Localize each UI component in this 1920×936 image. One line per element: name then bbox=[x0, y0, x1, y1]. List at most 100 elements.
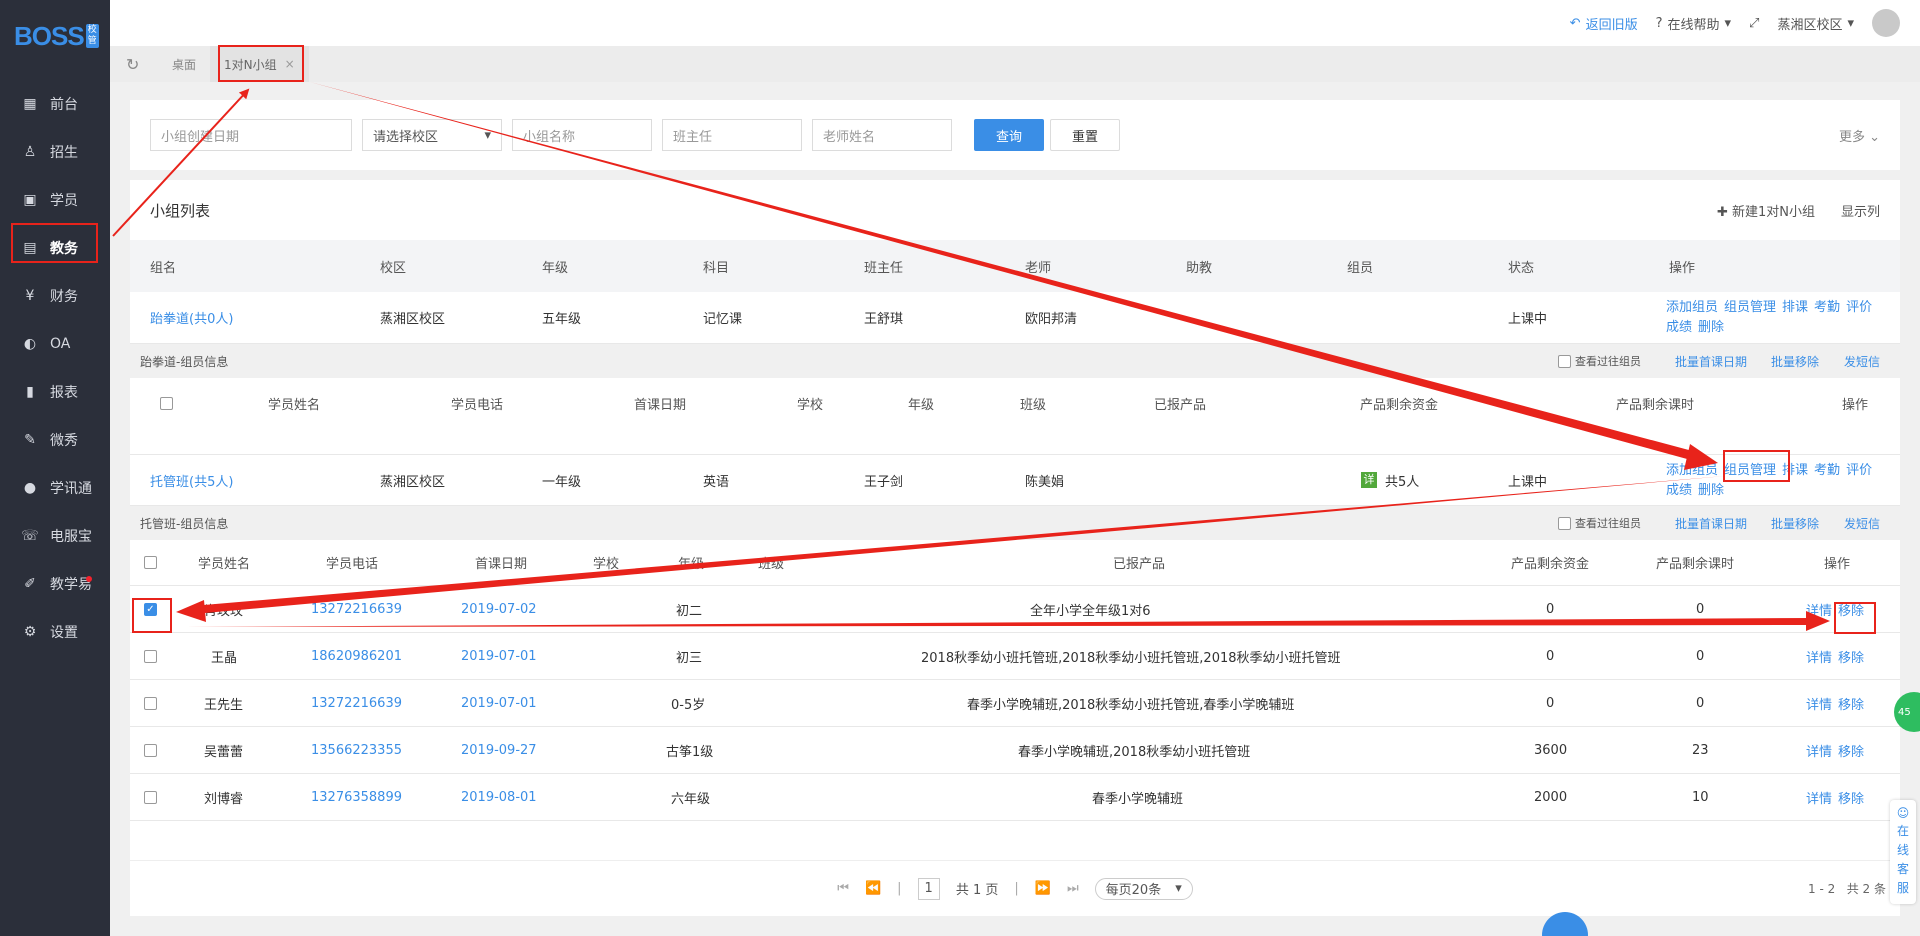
group-campus: 蒸湘区校区 bbox=[380, 474, 446, 490]
sidebar-item-dianfubao[interactable]: ☏ 电服宝 bbox=[0, 512, 110, 560]
show-columns-button[interactable]: 显示列 bbox=[1841, 201, 1880, 220]
col-header: 年级 bbox=[908, 397, 935, 413]
sidebar-item-enroll[interactable]: ♙ 招生 bbox=[0, 128, 110, 176]
reset-button[interactable]: 重置 bbox=[1050, 119, 1120, 151]
member-first-date-link[interactable]: 2019-07-01 bbox=[461, 649, 537, 664]
score-link[interactable]: 成绩 bbox=[1666, 483, 1692, 498]
logo[interactable]: BOSS 校管 bbox=[0, 0, 110, 72]
back-old-version-link[interactable]: ↶ 返回旧版 bbox=[1570, 14, 1638, 33]
score-link[interactable]: 成绩 bbox=[1666, 320, 1692, 335]
evaluate-link[interactable]: 评价 bbox=[1846, 463, 1872, 478]
row-checkbox[interactable] bbox=[144, 790, 157, 804]
panel-actions: ✚ 新建1对N小组 显示列 bbox=[1717, 201, 1880, 220]
row-checkbox[interactable] bbox=[144, 743, 157, 757]
online-service-button[interactable]: ☺ 在 线 客 服 bbox=[1890, 800, 1916, 904]
attendance-link[interactable]: 考勤 bbox=[1814, 463, 1840, 478]
table-row: 吴蕾蕾 13566223355 2019-09-27 古筝1级 春季小学晚辅班,… bbox=[130, 727, 1900, 774]
remove-link[interactable]: 移除 bbox=[1838, 698, 1864, 713]
toggle-icon: ◐ bbox=[23, 336, 37, 352]
member-phone-link[interactable]: 13272216639 bbox=[311, 696, 402, 711]
detail-link[interactable]: 详情 bbox=[1806, 745, 1832, 760]
show-past-members[interactable]: 查看过往组员 bbox=[1558, 353, 1641, 369]
col-header: 首课日期 bbox=[475, 557, 528, 572]
detail-badge[interactable]: 详 bbox=[1361, 472, 1377, 488]
remove-link[interactable]: 移除 bbox=[1838, 745, 1864, 760]
show-past-checkbox[interactable] bbox=[1558, 516, 1571, 530]
batch-first-date-link[interactable]: 批量首课日期 bbox=[1675, 515, 1747, 532]
member-phone-link[interactable]: 13272216639 bbox=[311, 602, 402, 617]
send-sms-link[interactable]: 发短信 bbox=[1844, 515, 1880, 532]
create-date-input[interactable]: 小组创建日期 bbox=[150, 119, 352, 151]
avatar[interactable] bbox=[1872, 9, 1900, 37]
sidebar-item-reports[interactable]: ▮ 报表 bbox=[0, 368, 110, 416]
headteacher-input[interactable]: 班主任 bbox=[662, 119, 802, 151]
query-button[interactable]: 查询 bbox=[974, 119, 1044, 151]
sidebar-item-jiaoxueyi[interactable]: ✐ 教学易 bbox=[0, 560, 110, 608]
member-grade: 0-5岁 bbox=[671, 697, 706, 713]
campus-menu[interactable]: 蒸湘区校区 ▾ bbox=[1777, 14, 1854, 33]
teacher-name-input[interactable]: 老师姓名 bbox=[812, 119, 952, 151]
select-all-checkbox[interactable] bbox=[144, 556, 157, 569]
online-help-menu[interactable]: ? 在线帮助 ▾ bbox=[1656, 14, 1731, 33]
remove-link[interactable]: 移除 bbox=[1838, 792, 1864, 807]
member-manage-link[interactable]: 组员管理 bbox=[1724, 300, 1776, 315]
send-sms-link[interactable]: 发短信 bbox=[1844, 353, 1880, 370]
caret-down-icon: ▾ bbox=[1175, 881, 1182, 896]
sidebar-item-finance[interactable]: ¥ 财务 bbox=[0, 272, 110, 320]
sidebar-item-microshow[interactable]: ✎ 微秀 bbox=[0, 416, 110, 464]
group-name-link[interactable]: 托管班(共5人) bbox=[150, 471, 233, 490]
group-name-link[interactable]: 跆拳道(共0人) bbox=[150, 308, 233, 327]
refresh-icon[interactable]: ↻ bbox=[126, 55, 150, 74]
batch-remove-link[interactable]: 批量移除 bbox=[1771, 515, 1819, 532]
campus-select[interactable]: 请选择校区 ▾ bbox=[362, 119, 502, 151]
page-number-input[interactable]: 1 bbox=[917, 877, 940, 900]
attendance-link[interactable]: 考勤 bbox=[1814, 300, 1840, 315]
next-page-icon[interactable]: ⏩ bbox=[1035, 881, 1051, 896]
sidebar-item-settings[interactable]: ⚙ 设置 bbox=[0, 608, 110, 656]
detail-link[interactable]: 详情 bbox=[1806, 651, 1832, 666]
row-checkbox[interactable] bbox=[144, 696, 157, 710]
batch-first-date-link[interactable]: 批量首课日期 bbox=[1675, 353, 1747, 370]
add-member-link[interactable]: 添加组员 bbox=[1666, 463, 1718, 478]
member-phone-link[interactable]: 13276358899 bbox=[311, 790, 402, 805]
detail-link[interactable]: 详情 bbox=[1806, 698, 1832, 713]
member-first-date-link[interactable]: 2019-09-27 bbox=[461, 743, 537, 758]
back-label: 返回旧版 bbox=[1585, 17, 1638, 33]
member-phone-link[interactable]: 18620986201 bbox=[311, 649, 402, 664]
more-filters-toggle[interactable]: 更多 ⌄ bbox=[1839, 126, 1880, 145]
schedule-link[interactable]: 排课 bbox=[1782, 300, 1808, 315]
batch-remove-link[interactable]: 批量移除 bbox=[1771, 353, 1819, 370]
add-member-link[interactable]: 添加组员 bbox=[1666, 300, 1718, 315]
member-phone-link[interactable]: 13566223355 bbox=[311, 743, 402, 758]
detail-link[interactable]: 详情 bbox=[1806, 604, 1832, 619]
group-members[interactable]: 详共5人 bbox=[1361, 471, 1419, 490]
row-checkbox[interactable] bbox=[144, 649, 157, 663]
page-size-select[interactable]: 每页20条 ▾ bbox=[1094, 877, 1193, 900]
delete-link[interactable]: 删除 bbox=[1698, 320, 1724, 335]
col-header: 班级 bbox=[1020, 397, 1047, 413]
show-past-checkbox[interactable] bbox=[1558, 354, 1571, 368]
sidebar-item-frontdesk[interactable]: ▦ 前台 bbox=[0, 80, 110, 128]
new-group-button[interactable]: ✚ 新建1对N小组 bbox=[1717, 201, 1815, 220]
col-header: 年级 bbox=[678, 557, 705, 572]
member-first-date-link[interactable]: 2019-08-01 bbox=[461, 790, 537, 805]
first-page-icon[interactable]: ⏮ bbox=[837, 881, 849, 896]
fullscreen-button[interactable]: ⤢ bbox=[1749, 16, 1759, 31]
sidebar-item-oa[interactable]: ◐ OA bbox=[0, 320, 110, 368]
prev-page-icon[interactable]: ⏪ bbox=[865, 881, 881, 896]
sidebar-item-students[interactable]: ▣ 学员 bbox=[0, 176, 110, 224]
tab-desktop[interactable]: 桌面 bbox=[158, 46, 210, 82]
select-all-checkbox[interactable] bbox=[160, 396, 173, 410]
show-past-members[interactable]: 查看过往组员 bbox=[1558, 515, 1641, 531]
group-name-input[interactable]: 小组名称 bbox=[512, 119, 652, 151]
notification-dot bbox=[86, 576, 92, 582]
member-first-date-link[interactable]: 2019-07-02 bbox=[461, 602, 537, 617]
detail-link[interactable]: 详情 bbox=[1806, 792, 1832, 807]
member-grade: 古筝1级 bbox=[666, 744, 714, 760]
last-page-icon[interactable]: ⏭ bbox=[1067, 881, 1079, 896]
sidebar-item-xuexuntong[interactable]: ● 学讯通 bbox=[0, 464, 110, 512]
remove-link[interactable]: 移除 bbox=[1838, 651, 1864, 666]
member-first-date-link[interactable]: 2019-07-01 bbox=[461, 696, 537, 711]
evaluate-link[interactable]: 评价 bbox=[1846, 300, 1872, 315]
delete-link[interactable]: 删除 bbox=[1698, 483, 1724, 498]
